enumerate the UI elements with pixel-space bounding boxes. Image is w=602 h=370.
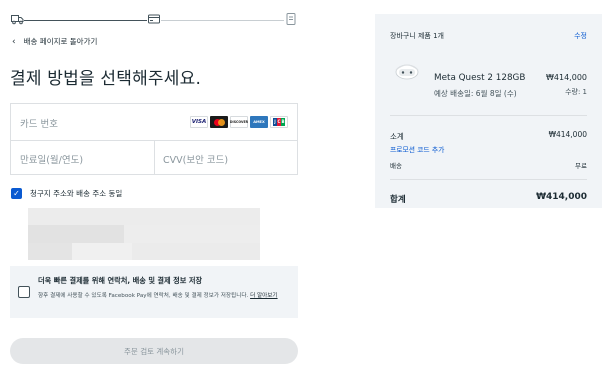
save-info-text: 향후 결제에 사용할 수 있도록 Facebook Pay에 연락처, 배송 및…: [38, 293, 249, 299]
receipt-icon: [284, 12, 298, 26]
subtotal-value: ₩414,000: [548, 130, 587, 139]
checkout-progress: [10, 12, 298, 28]
learn-more-link[interactable]: 더 알아보기: [250, 293, 278, 299]
delivery-estimate: 예상 배송일: 6월 8일 (수): [434, 89, 517, 98]
chevron-left-icon: ‹: [12, 36, 16, 47]
card-number-placeholder: 카드 번호: [20, 119, 58, 130]
cart-count: 장바구니 제품 1개: [390, 32, 444, 40]
product-quantity: 수량: 1: [565, 88, 587, 96]
billing-address-redacted: [28, 208, 260, 260]
save-info-checkbox[interactable]: [18, 286, 30, 298]
cvv-field[interactable]: CVV(보안 코드): [163, 152, 228, 166]
edit-cart-link[interactable]: 수정: [574, 31, 587, 41]
card-form: 카드 번호 VISA DISCOVER AMEX JCB 만료일(월/연도) C…: [10, 103, 298, 175]
save-info-description: 향후 결제에 사용할 수 있도록 Facebook Pay에 연락처, 배송 및…: [38, 291, 292, 302]
amex-logo: AMEX: [250, 116, 268, 128]
visa-logo: VISA: [190, 116, 208, 128]
order-summary: 장바구니 제품 1개 수정 Meta Quest 2 128GB 예상 배송일:…: [375, 14, 602, 208]
discover-logo: DISCOVER: [230, 116, 248, 128]
summary-divider: [390, 115, 587, 116]
page-title: 결제 방법을 선택해주세요.: [10, 69, 202, 89]
jcb-logo: JCB: [270, 116, 288, 128]
field-divider: [154, 141, 155, 175]
product-name: Meta Quest 2 128GB: [434, 73, 526, 83]
total-label: 합계: [390, 195, 406, 205]
summary-divider: [390, 179, 587, 180]
same-address-option[interactable]: ✓ 청구지 주소와 배송 주소 동일: [11, 188, 122, 199]
same-address-label: 청구지 주소와 배송 주소 동일: [30, 189, 123, 198]
back-to-shipping-link[interactable]: ‹ 배송 페이지로 돌아가기: [12, 36, 97, 47]
shipping-value: 무료: [575, 162, 587, 170]
expiry-field[interactable]: 만료일(월/연도): [20, 152, 83, 166]
vr-headset-image: [393, 60, 421, 82]
shipping-label: 배송: [390, 162, 402, 170]
save-info-panel: 더욱 빠른 결제를 위해 연락처, 배송 및 결제 정보 저장 향후 결제에 사…: [10, 266, 298, 318]
back-link-label: 배송 페이지로 돌아가기: [23, 37, 98, 46]
add-promo-code-link[interactable]: 프로모션 코드 추가: [390, 144, 444, 154]
save-info-title: 더욱 빠른 결제를 위해 연락처, 배송 및 결제 정보 저장: [38, 276, 203, 285]
credit-card-icon: [147, 12, 161, 26]
card-brands: VISA DISCOVER AMEX JCB: [190, 116, 288, 128]
truck-icon: [10, 12, 24, 26]
continue-review-button[interactable]: 주문 검토 계속하기: [10, 338, 298, 364]
subtotal-label: 소계: [390, 132, 404, 141]
same-address-checkbox[interactable]: ✓: [11, 188, 22, 199]
card-number-field[interactable]: 카드 번호 VISA DISCOVER AMEX JCB: [11, 104, 297, 141]
total-value: ₩414,000: [536, 192, 587, 202]
progress-fill: [20, 20, 150, 21]
mastercard-logo: [210, 116, 228, 128]
product-price: ₩414,000: [546, 73, 587, 82]
